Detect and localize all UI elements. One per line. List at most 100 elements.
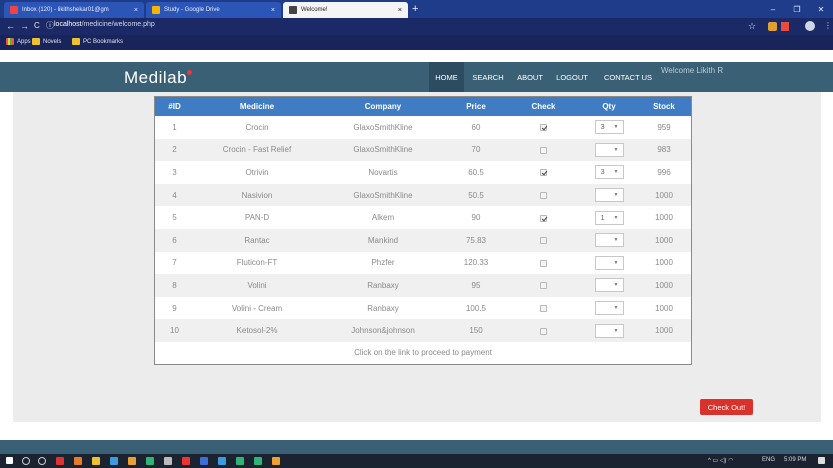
url-host: localhost xyxy=(54,21,82,28)
qty-select[interactable]: ▼ xyxy=(594,301,624,316)
qty-select[interactable]: 3 ▼ xyxy=(594,165,624,180)
tab-label: Study - Google Drive xyxy=(164,7,220,13)
bookmark-label: PC Bookmarks xyxy=(83,38,124,45)
app-icon[interactable] xyxy=(164,457,172,465)
qty-select[interactable]: 3 ▼ xyxy=(594,120,624,135)
cell-id: 3 xyxy=(172,167,177,177)
nav-contact-us[interactable]: CONTACT US xyxy=(600,62,656,92)
nav-about[interactable]: ABOUT xyxy=(512,62,548,92)
tab-drive[interactable]: Study - Google Drive × xyxy=(146,2,281,18)
bookmark-pc-bookmarks[interactable]: PC Bookmarks xyxy=(72,38,123,45)
select-checkbox[interactable] xyxy=(540,237,547,245)
site-logo[interactable]: Medilab xyxy=(124,68,193,88)
qty-select[interactable]: ▼ xyxy=(594,188,624,203)
tray-icons[interactable]: ^ ▭ ◁) ◠ xyxy=(708,457,733,464)
select-checkbox[interactable] xyxy=(540,146,547,154)
forward-icon[interactable]: → xyxy=(20,20,29,32)
select-checkbox[interactable] xyxy=(540,327,547,335)
qty-select[interactable]: ▼ xyxy=(594,142,624,157)
info-icon: ⓘ xyxy=(46,21,54,30)
qty-select[interactable]: ▼ xyxy=(594,255,624,270)
cell-qty: 3 ▼ xyxy=(581,161,637,184)
cell-price: 90 xyxy=(471,213,481,223)
select-checkbox[interactable] xyxy=(540,282,547,290)
nav-home[interactable]: HOME xyxy=(429,62,464,92)
qty-value: 3 xyxy=(600,167,605,177)
windows-taskbar: ^ ▭ ◁) ◠ ENG 5:09 PM xyxy=(0,454,833,468)
bookmarks-bar: Apps Novels PC Bookmarks xyxy=(0,35,833,50)
app-icon[interactable] xyxy=(200,457,208,465)
opera-icon[interactable] xyxy=(56,457,64,465)
select-checkbox[interactable] xyxy=(540,259,547,267)
extension-icon[interactable] xyxy=(781,22,789,31)
app-icon[interactable] xyxy=(236,457,244,465)
cell-id: 5 xyxy=(172,213,177,223)
chevron-down-icon: ▼ xyxy=(613,214,619,221)
bookmark-label: Novels xyxy=(43,38,62,45)
firefox-icon[interactable] xyxy=(74,457,82,465)
reload-icon[interactable]: C xyxy=(34,20,40,32)
app-icon[interactable] xyxy=(128,457,136,465)
nav-search[interactable]: SEARCH xyxy=(468,62,508,92)
tray-clock[interactable]: 5:09 PM xyxy=(784,457,806,463)
cell-stock: 1000 xyxy=(655,213,673,223)
explorer-icon[interactable] xyxy=(110,457,118,465)
star-icon[interactable]: ☆ xyxy=(748,20,756,32)
back-icon[interactable]: ← xyxy=(6,20,15,32)
url-field[interactable]: localhost/medicine/welcome.php xyxy=(54,21,155,28)
cell-qty: ▼ xyxy=(581,184,637,207)
close-icon[interactable]: × xyxy=(271,7,275,14)
qty-select[interactable]: 1 ▼ xyxy=(594,210,624,225)
cell-id: 10 xyxy=(170,326,179,336)
qty-select[interactable]: ▼ xyxy=(594,278,624,293)
payment-hint: Click on the link to proceed to payment xyxy=(354,347,492,357)
menu-icon[interactable]: ⋮ xyxy=(824,21,832,30)
tab-inbox[interactable]: Inbox (120) - likithshekar01@gm × xyxy=(4,2,144,18)
folder-icon xyxy=(32,38,40,45)
qty-select[interactable]: ▼ xyxy=(594,233,624,248)
app-icon[interactable] xyxy=(182,457,190,465)
extension-icon[interactable] xyxy=(768,22,777,31)
cell-company: Phzfer xyxy=(371,258,395,268)
cell-stock: 1000 xyxy=(655,258,673,268)
cell-medicine: Rantac xyxy=(244,235,270,245)
cell-price: 75.83 xyxy=(465,235,487,245)
notification-icon[interactable] xyxy=(818,457,825,464)
close-window-icon[interactable]: ✕ xyxy=(809,0,833,18)
app-icon[interactable] xyxy=(254,457,262,465)
select-checkbox[interactable] xyxy=(540,169,547,177)
app-icon[interactable] xyxy=(146,457,154,465)
search-icon[interactable] xyxy=(22,457,30,465)
cell-qty: 1 ▼ xyxy=(581,206,637,229)
close-icon[interactable]: × xyxy=(398,7,402,14)
app-icon[interactable] xyxy=(272,457,280,465)
cell-price: 70 xyxy=(471,145,481,155)
column-header-stock: Stock xyxy=(653,102,675,111)
table-row: 1 Crocin GlaxoSmithKline 60 3 ▼ 959 xyxy=(155,116,691,139)
bookmark-novels[interactable]: Novels xyxy=(32,38,61,45)
qty-select[interactable]: ▼ xyxy=(594,323,624,338)
cortana-icon[interactable] xyxy=(38,457,46,465)
cell-medicine: Ketosol-2% xyxy=(236,326,278,336)
select-checkbox[interactable] xyxy=(540,304,547,312)
cell-qty: ▼ xyxy=(581,274,637,297)
tab-welcome[interactable]: Welcome! × xyxy=(283,2,408,18)
vscode-icon[interactable] xyxy=(218,457,226,465)
maximize-icon[interactable]: ❐ xyxy=(785,0,809,18)
cell-company: Ranbaxy xyxy=(367,280,399,290)
select-checkbox[interactable] xyxy=(540,214,547,222)
column-header-price: Price xyxy=(466,102,486,111)
profile-avatar[interactable] xyxy=(805,21,815,31)
tray-language[interactable]: ENG xyxy=(762,457,775,463)
new-tab-button[interactable]: + xyxy=(412,2,418,16)
windows-start-icon[interactable] xyxy=(6,457,13,464)
minimize-icon[interactable]: – xyxy=(761,0,785,18)
chrome-icon[interactable] xyxy=(92,457,100,465)
select-checkbox[interactable] xyxy=(540,124,547,132)
close-icon[interactable]: × xyxy=(134,7,138,14)
cell-company: GlaxoSmithKline xyxy=(353,122,413,132)
select-checkbox[interactable] xyxy=(540,191,547,199)
bookmark-apps[interactable]: Apps xyxy=(6,38,31,45)
nav-logout[interactable]: LOGOUT xyxy=(552,62,592,92)
checkout-button[interactable]: Check Out! xyxy=(700,399,753,415)
